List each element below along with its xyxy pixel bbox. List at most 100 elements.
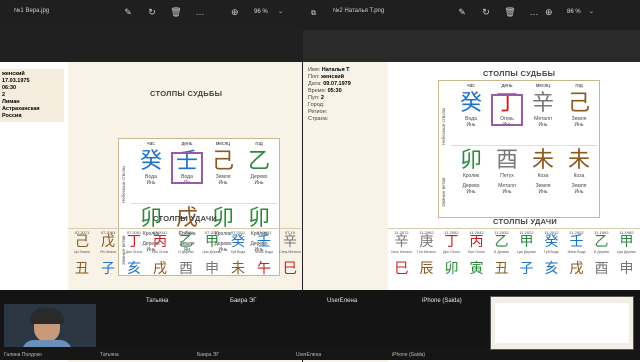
pillar-header: час [147, 141, 155, 147]
luck-stem-caption: Ян Земля [100, 250, 116, 254]
delete-icon[interactable]: 🗑 [170, 7, 182, 18]
zoom-dropdown-icon[interactable]: ⌄ [589, 8, 594, 15]
info-panel: женский 17.03.1975 06:30 2 Лиман Астраха… [0, 69, 64, 122]
participant-name[interactable]: iPhone (Saida) [422, 298, 462, 304]
pillar-header: день [181, 141, 193, 147]
earthly-branch: 未 Коза Земля Инь [525, 149, 561, 196]
luck-stem-caption: Синь Металл [390, 250, 413, 254]
info-line: Пол: женский [308, 74, 344, 80]
pillar-header: день [501, 83, 513, 89]
heavenly-stem: 癸 Вода Инь [133, 149, 169, 187]
luck-branch-glyph: 寅 [469, 261, 484, 277]
luck-stem-glyph: 戊 [101, 234, 115, 250]
branch-polarity: Инь [574, 189, 584, 195]
luck-branch-glyph: 申 [619, 261, 634, 277]
participant-label: Татьяна [100, 352, 119, 358]
luck-stem-caption: Цзя Дерево [516, 250, 537, 254]
luck-pillar: 07.2031 乙 И Дерево 酉 [174, 230, 198, 277]
heavenly-stem: 壬 Вода Ян [169, 150, 205, 186]
luck-stem-glyph: 丙 [153, 234, 167, 250]
branch-polarity: Инь [538, 189, 548, 195]
luck-stem-glyph: 甲 [619, 234, 634, 250]
participant-label: Баира ЭГ [197, 352, 220, 358]
branch-glyph: 酉 [495, 148, 518, 173]
edit-icon[interactable]: ✎ [456, 7, 468, 18]
luck-title: СТОЛПЫ УДАЧИ [493, 217, 558, 226]
zoom-dropdown-icon[interactable]: ⌄ [278, 8, 283, 15]
info-line: Город: [308, 102, 325, 108]
edit-icon[interactable]: ✎ [122, 7, 134, 18]
zoom-icon[interactable]: ⊕ [231, 7, 239, 18]
delete-icon[interactable]: 🗑 [504, 7, 516, 18]
luck-title: СТОЛПЫ УДАЧИ [153, 214, 218, 223]
person-hair [30, 308, 64, 324]
pillar-header: год [575, 83, 583, 89]
info-line: Астраханская [2, 106, 40, 112]
luck-stem-caption: Синь Металл [279, 250, 301, 254]
info-line: Регион: [308, 109, 328, 115]
zoom-icon[interactable]: ⊕ [545, 7, 553, 18]
more-icon[interactable]: … [528, 7, 540, 18]
more-icon[interactable]: … [194, 7, 206, 18]
luck-stem-caption: Дин Огонь [443, 250, 460, 254]
luck-branch-glyph: 丑 [494, 261, 509, 277]
luck-stem-glyph: 辛 [283, 234, 297, 250]
luck-stem-glyph: 壬 [569, 234, 584, 250]
info-line: Дата: 09.07.1979 [308, 81, 351, 87]
luck-pillar: 11.2012 癸 Гуй Вода 亥 [540, 230, 563, 277]
luck-pillar: 07.19 辛 Синь Металл 巳 [278, 230, 302, 277]
earthly-branch: 酉 Петух Металл Инь [489, 148, 525, 196]
luck-stem-glyph: 辛 [394, 234, 409, 250]
luck-branch-glyph: 子 [519, 261, 534, 277]
pillars-table: час день месяц год Небесные стволы Земные вет… [438, 80, 600, 218]
rotate-icon[interactable]: ↻ [480, 7, 492, 18]
stem-polarity: Инь [502, 122, 512, 128]
luck-branch-glyph: 亥 [127, 261, 141, 277]
luck-stem-glyph: 乙 [594, 234, 609, 250]
heavenly-stem: 癸 Вода Инь [453, 92, 489, 129]
zoom-level: 86 % [567, 9, 581, 15]
luck-stem-caption: Бин Огонь [468, 250, 485, 254]
luck-pillar: 11.2072 辛 Синь Металл 巳 [390, 230, 413, 277]
pillar-header: час [467, 83, 475, 89]
luck-stem-caption: Гуй Вода [230, 250, 246, 254]
branch-glyph: 未 [567, 148, 590, 173]
luck-branch-glyph: 巳 [394, 261, 409, 277]
luck-pillar: 07.2051 丁 Дин Огонь 亥 [122, 230, 146, 277]
titlebar: ⧉ №2 Наталья Т.png ✎ ↻ 🗑 … ⊕ 86 % ⌄ [303, 0, 640, 30]
heavenly-stem: 己 Земля Инь [561, 92, 597, 129]
titlebar: №1 Вера.jpg ✎ ↻ 🗑 … ⊕ 96 % ⌄ [0, 0, 312, 30]
luck-pillar: 11.1982 甲 Цзя Дерево 申 [615, 230, 638, 277]
info-line: 06:30 [2, 85, 17, 91]
participant-name[interactable]: UserЕлена [327, 298, 357, 304]
luck-branch-glyph: 亥 [544, 261, 559, 277]
earthly-branch: 未 Коза Земля Инь [561, 148, 597, 196]
luck-pillar: 11.2032 乙 И Дерево 丑 [490, 230, 513, 277]
stem-polarity: Инь [538, 122, 548, 128]
pillar-header: год [255, 141, 263, 147]
luck-pillar: 07.2001 壬 Жэнь Вода 午 [252, 230, 276, 277]
branches-side-label: Земные ветви [441, 177, 446, 207]
rotate-icon[interactable]: ↻ [146, 7, 158, 18]
info-panel: Имя: Наталья Т Пол: женский Дата: 09.07.… [308, 67, 388, 123]
luck-pillar: 11.2002 壬 Жэнь Вода 戌 [565, 230, 588, 277]
branch-animal: Коза [537, 173, 549, 179]
stem-glyph: 丁 [495, 91, 518, 116]
luck-branch-glyph: 戌 [153, 261, 167, 277]
participant-name[interactable]: Баира ЭГ [230, 298, 257, 304]
luck-stem-caption: Жэнь Вода [567, 250, 586, 254]
luck-branch-glyph: 辰 [419, 261, 434, 277]
participant-label: Галина Полдоко [4, 352, 42, 358]
info-line: 2 [2, 92, 6, 98]
luck-stem-caption: Ци Земля [74, 250, 90, 254]
divider [131, 203, 277, 204]
participant-name[interactable]: Татьяна [146, 298, 168, 304]
shared-thumbnail[interactable] [490, 296, 634, 350]
luck-stem-caption: Жэнь Вода [255, 250, 273, 254]
stem-glyph: 癸 [139, 149, 162, 174]
luck-branch-glyph: 申 [205, 261, 219, 277]
luck-stem-glyph: 甲 [205, 234, 219, 250]
stem-glyph: 己 [211, 149, 234, 174]
luck-branch-glyph: 酉 [594, 261, 609, 277]
info-line: Время: 05:30 [308, 88, 342, 94]
